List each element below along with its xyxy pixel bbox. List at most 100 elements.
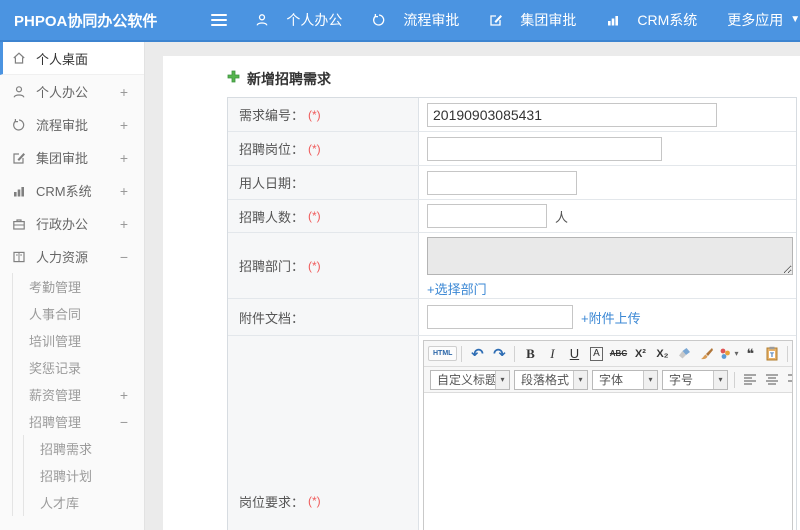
nav-label: 流程审批 [403,12,460,28]
bold-button[interactable]: B [520,344,540,364]
sidebar-item-hr-contract[interactable]: 人事合同 [13,300,144,327]
attachment-upload-link[interactable]: +附件上传 [581,308,641,327]
form-row-requirements: 岗位要求： (*) HTML ↶ ↷ B I U A ABC X² X₂ ▾ ❝… [228,336,796,530]
collapse-toggle[interactable]: − [120,414,128,430]
main-area: 新增招聘需求 需求编号： (*) 招聘岗位： (*) [146,42,800,530]
attachment-input[interactable] [427,305,573,329]
sidebar-item-salary[interactable]: 薪资管理 + [13,381,144,408]
hire-date-input[interactable] [427,170,577,195]
user-icon [12,85,27,99]
sidebar-item-attendance[interactable]: 考勤管理 [13,273,144,300]
align-center-button[interactable] [762,370,782,390]
caret-down-icon: ▾ [713,370,727,389]
content-card: 新增招聘需求 需求编号： (*) 招聘岗位： (*) [163,56,800,530]
book-icon [12,250,27,264]
html-source-button[interactable]: HTML [428,346,458,361]
sidebar-item-label: 招聘需求 [40,442,93,457]
department-textarea[interactable] [427,237,793,275]
sidebar-item-group-approval[interactable]: 集团审批 + [0,141,144,174]
align-right-button[interactable] [784,370,792,390]
editor-content-area[interactable] [424,393,792,530]
sidebar-item-personal-desktop[interactable]: 个人桌面 [0,42,144,75]
brush-icon [700,347,713,359]
edit-icon [489,13,504,27]
position-input[interactable] [427,136,662,161]
strikethrough-button[interactable]: ABC [608,344,628,364]
select-department-link[interactable]: +选择部门 [427,279,487,298]
app-logo: PHPOA协同办公软件 [14,12,158,30]
home-icon [12,51,27,65]
palette-icon [721,348,731,359]
custom-title-combobox[interactable]: 自定义标题 ▾ [430,369,510,390]
sidebar-item-recruit-demand[interactable]: 招聘需求 [24,435,144,462]
sidebar-item-label: 招聘管理 [29,415,82,430]
unit-suffix: 人 [555,209,569,225]
sidebar-item-admin-office[interactable]: 行政办公 + [0,207,144,240]
caret-down-icon: ▾ [495,370,509,389]
paste-word-button[interactable]: T [762,344,782,364]
form-row-attachment: 附件文档： +附件上传 [228,299,796,336]
sidebar-item-talent-pool[interactable]: 人才库 [24,489,144,516]
recruit-demand-form: 需求编号： (*) 招聘岗位： (*) 用人日期 [227,97,797,530]
top-nav: 个人办公 流程审批 集团审批 CRM系统 更多应用 ▼ [255,10,800,30]
sidebar-item-label: 招聘计划 [40,469,93,484]
expand-toggle[interactable]: + [120,84,128,100]
blockquote-button[interactable]: ❝ [740,344,760,364]
history-icon [12,118,27,132]
headcount-input[interactable] [427,204,547,228]
demand-no-input[interactable] [427,102,717,127]
sidebar-item-label: 奖惩记录 [29,361,82,376]
field-label: 招聘部门： (*) [228,233,419,298]
nav-group-approval[interactable]: 集团审批 [489,10,576,30]
field-label: 岗位要求： (*) [228,336,419,530]
page-title-row: 新增招聘需求 [163,56,800,89]
nav-personal-office[interactable]: 个人办公 [255,10,342,30]
sidebar-item-personal-office[interactable]: 个人办公 + [0,75,144,108]
subscript-button[interactable]: X₂ [652,344,672,364]
expand-toggle[interactable]: + [120,216,128,232]
redo-button[interactable]: ↷ [489,344,509,364]
nav-label: 集团审批 [520,12,577,28]
required-mark: (*) [308,258,321,273]
expand-toggle[interactable]: + [120,117,128,133]
required-mark: (*) [308,141,321,156]
align-left-icon [744,373,756,385]
sidebar-item-reward-punishment[interactable]: 奖惩记录 [13,354,144,381]
form-row-headcount: 招聘人数： (*) 人 [228,200,796,233]
color-palette-button[interactable]: ▾ [718,344,738,364]
collapse-toggle[interactable]: − [120,249,128,265]
align-left-button[interactable] [740,370,760,390]
nav-process-approval[interactable]: 流程审批 [372,10,459,30]
required-mark: (*) [308,107,321,122]
underline-button[interactable]: U [564,344,584,364]
font-size-combobox[interactable]: 字号 ▾ [662,369,728,390]
nav-crm[interactable]: CRM系统 [606,10,697,30]
italic-button[interactable]: I [542,344,562,364]
font-frame-button[interactable]: A [590,346,603,361]
editor-toolbar-row1: HTML ↶ ↷ B I U A ABC X² X₂ ▾ ❝ T [424,341,792,367]
brush-button[interactable] [696,344,716,364]
nav-more-apps[interactable]: 更多应用 ▼ [727,10,800,30]
superscript-button[interactable]: X² [630,344,650,364]
sidebar-item-crm[interactable]: CRM系统 + [0,174,144,207]
expand-toggle[interactable]: + [120,150,128,166]
undo-button[interactable]: ↶ [467,344,487,364]
sidebar-item-label: 流程审批 [36,118,89,133]
align-right-icon [788,373,792,385]
sidebar-item-hr[interactable]: 人力资源 − [0,240,144,273]
eraser-button[interactable] [674,344,694,364]
rich-text-editor: HTML ↶ ↷ B I U A ABC X² X₂ ▾ ❝ T 自定义标题 ▾… [423,340,793,530]
sidebar-item-recruit-mgmt[interactable]: 招聘管理 − [13,408,144,435]
paragraph-format-combobox[interactable]: 段落格式 ▾ [514,369,588,390]
field-label: 用人日期： [228,166,419,199]
history-icon [372,13,387,27]
expand-toggle[interactable]: + [120,183,128,199]
sidebar-item-training[interactable]: 培训管理 [13,327,144,354]
caret-down-icon: ▼ [790,14,800,25]
plus-icon [227,70,240,88]
sidebar-item-recruit-plan[interactable]: 招聘计划 [24,462,144,489]
font-family-combobox[interactable]: 字体 ▾ [592,369,658,390]
sidebar-item-process-approval[interactable]: 流程审批 + [0,108,144,141]
expand-toggle[interactable]: + [120,387,128,403]
hamburger-menu-icon[interactable] [211,14,228,26]
